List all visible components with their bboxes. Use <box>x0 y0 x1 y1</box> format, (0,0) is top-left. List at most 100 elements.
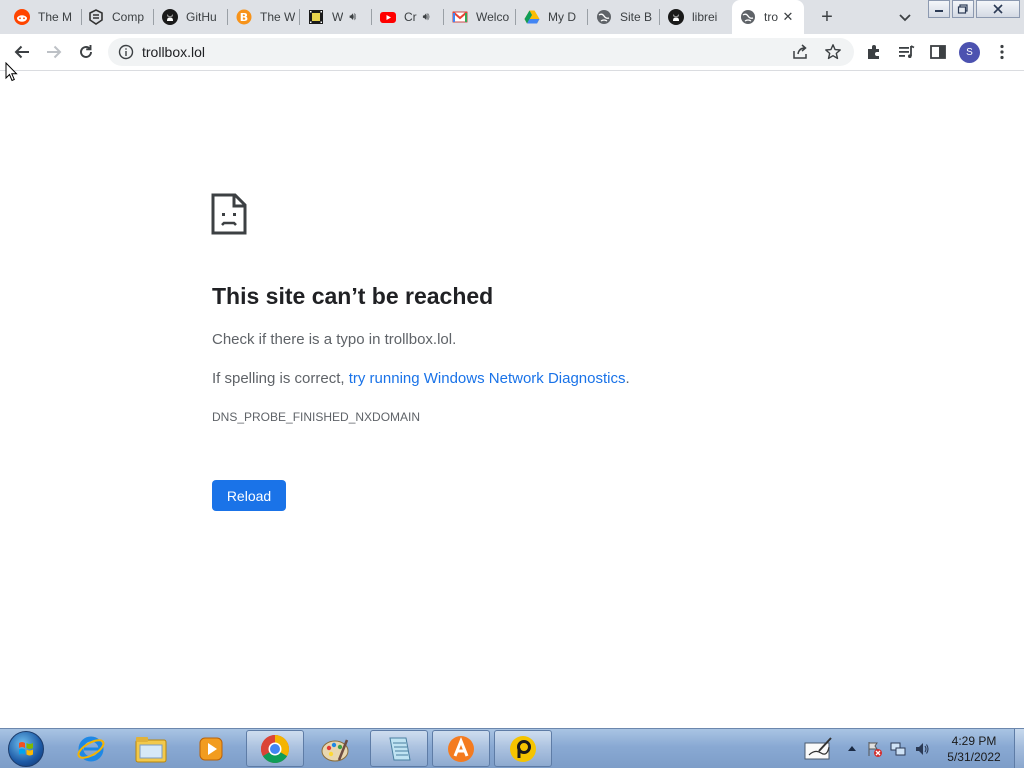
taskbar-explorer[interactable] <box>122 730 180 767</box>
tab-title: The W <box>260 10 296 24</box>
show-desktop-button[interactable] <box>1014 729 1024 768</box>
speaker-icon[interactable]: 🔊︎ <box>349 11 356 24</box>
avast-icon <box>448 735 474 762</box>
ie-icon <box>77 736 105 761</box>
taskbar-notepad[interactable] <box>370 730 428 767</box>
tab-youtube[interactable]: Cr 🔊︎ <box>372 0 444 34</box>
minimize-button[interactable] <box>928 0 950 18</box>
action-center-flag-icon[interactable] <box>866 741 882 757</box>
close-tab-icon[interactable]: ✕ <box>780 9 796 25</box>
network-icon[interactable] <box>890 741 906 757</box>
info-icon[interactable] <box>118 44 134 60</box>
error-code: DNS_PROBE_FINISHED_NXDOMAIN <box>212 410 421 424</box>
star-icon[interactable] <box>824 43 842 61</box>
youtube-icon <box>380 9 396 25</box>
network-diagnostics-link[interactable]: try running Windows Network Diagnostics <box>349 370 626 387</box>
playlist-icon <box>899 45 915 58</box>
anydesk-icon <box>510 735 536 762</box>
url-text[interactable]: trollbox.lol <box>142 44 205 60</box>
bitcoin-icon: B <box>236 9 252 25</box>
refresh-icon <box>80 45 92 58</box>
side-panel-icon <box>930 45 946 59</box>
spelling-suggestion: If spelling is correct, try running Wind… <box>212 370 630 387</box>
taskbar-avast[interactable] <box>432 730 490 767</box>
share-icon[interactable] <box>791 43 809 61</box>
back-button[interactable] <box>10 40 34 64</box>
github-icon <box>668 9 684 25</box>
windows-logo-icon <box>19 742 33 756</box>
github-icon <box>162 9 178 25</box>
arrow-left-icon <box>14 45 29 59</box>
tab-title: The M <box>38 10 73 24</box>
kebab-menu-icon <box>1000 44 1004 60</box>
sad-page-icon <box>211 193 247 235</box>
clock[interactable]: 4:29 PM 5/31/2022 <box>940 733 1008 765</box>
tab-search-chevron-icon[interactable] <box>896 8 914 26</box>
spelling-prefix-text: If spelling is correct, <box>212 370 349 387</box>
speaker-icon[interactable]: 🔊︎ <box>423 11 430 24</box>
reddit-icon <box>14 9 30 25</box>
spelling-suffix-text: . <box>625 370 630 387</box>
close-window-button[interactable] <box>976 0 1020 18</box>
maximize-button[interactable] <box>952 0 974 18</box>
tab-title: Welco <box>476 10 510 24</box>
explorer-icon <box>135 736 167 762</box>
profile-avatar[interactable]: S <box>959 42 980 63</box>
tab-w[interactable]: W 🔊︎ <box>300 0 372 34</box>
windows-taskbar: 4:29 PM 5/31/2022 <box>0 728 1024 768</box>
media-player-icon <box>199 737 223 760</box>
tab-github[interactable]: GitHu <box>154 0 228 34</box>
pen-input-icon[interactable] <box>803 735 833 763</box>
film-icon <box>308 9 324 25</box>
tab-title: Cr <box>404 10 417 24</box>
mouse-cursor-icon <box>5 61 19 82</box>
taskbar-ie[interactable] <box>62 730 120 767</box>
start-button[interactable] <box>8 731 44 767</box>
notepad-icon <box>389 737 411 760</box>
clock-time: 4:29 PM <box>951 734 997 748</box>
show-hidden-icons-icon[interactable] <box>844 741 860 757</box>
tab-reddit[interactable]: The M <box>0 0 82 34</box>
svg-text:B: B <box>240 11 248 24</box>
clock-date: 5/31/2022 <box>947 750 1001 764</box>
refresh-button[interactable] <box>74 40 98 64</box>
tab-title: Comp <box>112 10 145 24</box>
side-panel-button[interactable] <box>926 40 950 64</box>
media-control-button[interactable] <box>894 40 918 64</box>
tab-drive[interactable]: My D <box>516 0 588 34</box>
address-bar[interactable]: trollbox.lol <box>108 38 854 66</box>
tab-active[interactable]: tro ✕ <box>732 0 804 34</box>
gmail-icon <box>452 9 468 25</box>
taskbar-paint[interactable] <box>306 730 364 767</box>
tab-bitcoin[interactable]: B The W <box>228 0 300 34</box>
taskbar-anydesk[interactable] <box>494 730 552 767</box>
new-tab-button[interactable]: + <box>816 6 838 28</box>
forward-button[interactable] <box>42 40 66 64</box>
menu-button[interactable] <box>990 40 1014 64</box>
puzzle-icon <box>868 45 879 59</box>
tab-title: Site B <box>620 10 653 24</box>
extensions-button[interactable] <box>862 40 886 64</box>
volume-icon[interactable] <box>914 741 930 757</box>
tab-comp[interactable]: Comp <box>82 0 154 34</box>
paint-icon <box>321 739 349 761</box>
tab-site[interactable]: Site B <box>588 0 660 34</box>
chrome-icon <box>261 734 289 763</box>
taskbar-chrome[interactable] <box>246 730 304 767</box>
reload-button[interactable]: Reload <box>212 480 286 511</box>
browser-toolbar: trollbox.lol S <box>0 34 1024 71</box>
tab-title: tro <box>764 10 779 24</box>
tab-title: My D <box>548 10 576 24</box>
drive-icon <box>524 9 540 25</box>
taskbar-media-player[interactable] <box>182 730 240 767</box>
tab-gmail[interactable]: Welco <box>444 0 516 34</box>
tab-title: W <box>332 10 344 24</box>
tab-title: librei <box>692 10 718 24</box>
tab-title: GitHu <box>186 10 217 24</box>
tab-strip: The M Comp GitHu B The W W 🔊︎ Cr 🔊︎ Welc… <box>0 0 1024 34</box>
arrow-right-icon <box>47 45 62 59</box>
tab-libre[interactable]: librei <box>660 0 732 34</box>
stack-icon <box>88 9 104 25</box>
error-title: This site can’t be reached <box>212 283 494 309</box>
globe-icon <box>740 9 756 25</box>
